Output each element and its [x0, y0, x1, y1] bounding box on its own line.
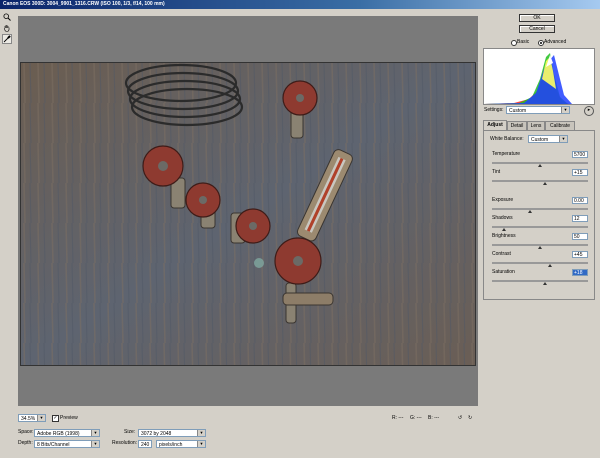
advanced-label: Advanced — [544, 39, 567, 45]
readout-g: G: --- — [410, 415, 422, 421]
ok-button[interactable]: OK — [519, 14, 555, 22]
settings-panel: OK Cancel Basic Advanced Settings: Custo… — [480, 9, 600, 458]
space-label: Space: — [18, 429, 34, 435]
window-title-bar: Canon EOS 300D: 3004_9901_1316.CRW (ISO … — [0, 0, 600, 9]
preview-image[interactable] — [20, 62, 476, 366]
window-title: Canon EOS 300D: 3004_9901_1316.CRW (ISO … — [3, 1, 165, 7]
slider-label: Temperature — [492, 151, 521, 157]
slider-thumb[interactable] — [542, 282, 547, 285]
slider-saturation: Saturation +18 — [492, 269, 588, 287]
slider-label: Tint — [492, 169, 501, 175]
depth-label: Depth: — [18, 440, 33, 446]
photo-preview — [21, 63, 475, 365]
size-label: Size: — [124, 429, 136, 435]
chevron-down-icon: ▼ — [559, 136, 567, 142]
slider-temperature: Temperature 5700 — [492, 151, 588, 169]
chevron-down-icon: ▼ — [91, 441, 99, 447]
slider-shadows: Shadows 12 — [492, 215, 588, 233]
cancel-button[interactable]: Cancel — [519, 25, 555, 33]
preview-label: Preview — [60, 415, 78, 421]
settings-label: Settings: — [484, 107, 504, 113]
slider-label: Exposure — [492, 197, 514, 203]
chevron-down-icon: ▼ — [91, 430, 99, 436]
slider-track[interactable] — [492, 262, 588, 264]
preview-checkbox[interactable]: ✓ — [52, 415, 59, 422]
histogram — [483, 48, 595, 105]
tab-lens[interactable]: Lens — [527, 121, 545, 130]
slider-track[interactable] — [492, 208, 588, 210]
tool-palette — [2, 12, 14, 45]
adjust-panel: White Balance: Custom ▼ Temperature 5700 Ti… — [483, 130, 595, 300]
white-balance-label: White Balance: — [490, 136, 524, 142]
slider-contrast: Contrast +45 — [492, 251, 588, 269]
tab-adjust[interactable]: Adjust — [483, 120, 507, 130]
slider-value-input[interactable]: +15 — [572, 169, 588, 176]
zoom-tool[interactable] — [2, 12, 12, 22]
slider-value-input[interactable]: 50 — [572, 233, 588, 240]
slider-label: Saturation — [492, 269, 515, 275]
histogram-graph — [484, 53, 572, 104]
rotate-left-icon[interactable]: ↺ — [458, 414, 462, 422]
tab-calibrate[interactable]: Calibrate — [545, 121, 575, 130]
white-balance-tool[interactable] — [2, 34, 12, 44]
zoom-select[interactable]: 34.5% ▼ — [18, 414, 46, 422]
resolution-unit-select[interactable]: pixels/inch ▼ — [156, 440, 206, 448]
resolution-input[interactable]: 240 — [138, 440, 152, 448]
slider-thumb[interactable] — [501, 228, 506, 231]
chevron-down-icon: ▼ — [197, 441, 205, 447]
slider-value-input[interactable]: 12 — [572, 215, 588, 222]
settings-menu-icon[interactable]: ▸ — [584, 106, 594, 116]
preview-area[interactable] — [18, 16, 478, 406]
slider-thumb[interactable] — [547, 264, 552, 267]
chevron-down-icon: ▼ — [561, 107, 569, 113]
zoom-bar: 34.5% ▼ ✓ Preview R: --- G: --- B: --- ↺ … — [18, 412, 478, 424]
slider-thumb[interactable] — [538, 164, 542, 167]
slider-value-input[interactable]: 5700 — [572, 151, 588, 158]
slider-track[interactable] — [492, 180, 588, 182]
slider-label: Contrast — [492, 251, 511, 257]
space-select[interactable]: Adobe RGB (1998) ▼ — [34, 429, 100, 437]
slider-label: Shadows — [492, 215, 513, 221]
slider-thumb[interactable] — [528, 210, 533, 213]
readout-b: B: --- — [428, 415, 440, 421]
slider-thumb[interactable] — [538, 246, 542, 249]
basic-label: Basic — [517, 39, 530, 45]
hand-icon — [4, 25, 10, 32]
eyedropper-icon — [3, 35, 11, 43]
zoom-icon — [3, 13, 11, 21]
slider-label: Brightness — [492, 233, 516, 239]
rotate-right-icon[interactable]: ↻ — [468, 414, 472, 422]
slider-value-input[interactable]: +18 — [572, 269, 588, 276]
readout-r: R: --- — [392, 415, 404, 421]
slider-value-input[interactable]: +45 — [572, 251, 588, 258]
slider-exposure: Exposure 0.00 — [492, 197, 588, 215]
tab-detail[interactable]: Detail — [507, 121, 527, 130]
chevron-down-icon: ▼ — [37, 415, 45, 421]
slider-tint: Tint +15 — [492, 169, 588, 187]
slider-track[interactable] — [492, 280, 588, 282]
slider-brightness: Brightness 50 — [492, 233, 588, 251]
hand-tool[interactable] — [2, 23, 12, 33]
slider-track[interactable] — [492, 226, 588, 228]
slider-value-input[interactable]: 0.00 — [572, 197, 588, 204]
depth-select[interactable]: 8 Bits/Channel ▼ — [34, 440, 100, 448]
white-balance-select[interactable]: Custom ▼ — [528, 135, 568, 143]
resolution-label: Resolution: — [112, 440, 138, 446]
settings-select[interactable]: Custom ▼ — [506, 106, 570, 114]
chevron-down-icon: ▼ — [197, 430, 205, 436]
slider-thumb[interactable] — [542, 182, 547, 185]
size-select[interactable]: 3072 by 2048 ▼ — [138, 429, 206, 437]
